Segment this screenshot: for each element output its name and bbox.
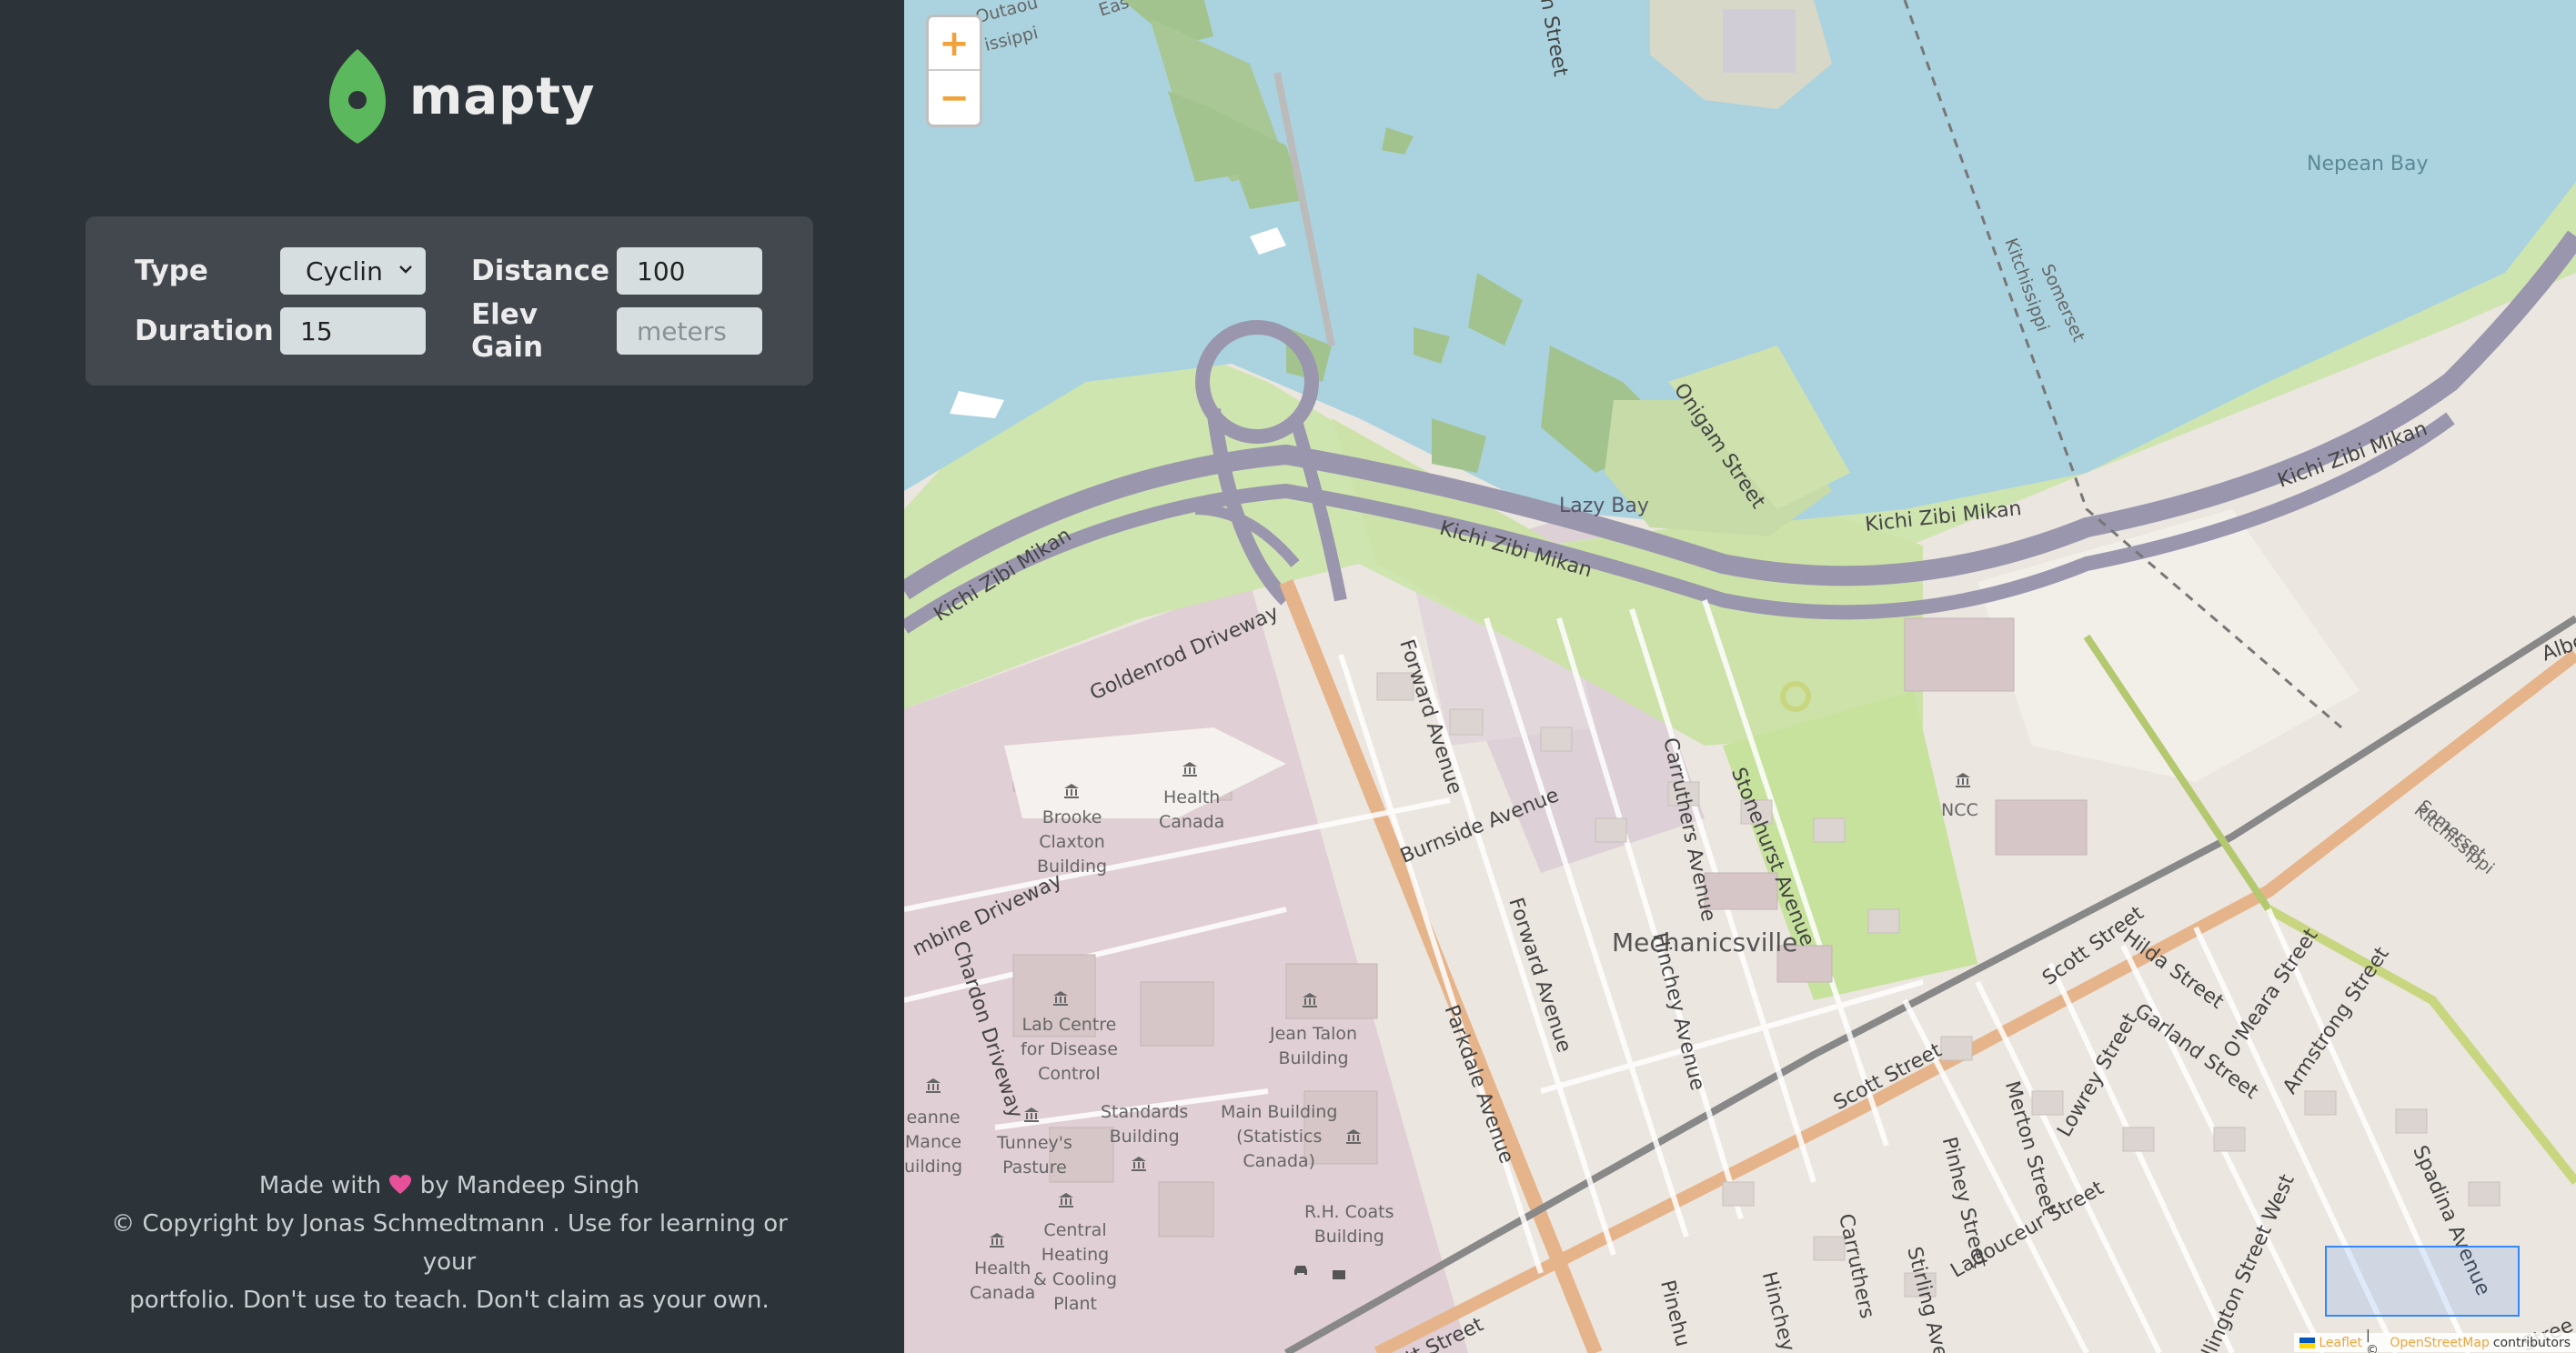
label-central-heating: Central Heating & Cooling Plant	[1033, 1220, 1118, 1314]
label-jean-talon: Jean Talon Building	[1270, 1024, 1358, 1068]
label-standards: Standards Building	[1101, 1102, 1189, 1147]
osm-link[interactable]: OpenStreetMap	[2390, 1336, 2489, 1350]
type-label: Type	[135, 255, 208, 287]
government-building-icon	[1059, 1193, 1073, 1208]
label-main-building: Main Building (Statistics Canada)	[1221, 1102, 1338, 1171]
footer-author: by Mandeep Singh	[419, 1172, 640, 1199]
map-pin-icon	[329, 49, 386, 144]
map[interactable]: Nepean Bay Lazy Bay Kichi Zibi Mikan Kic…	[904, 0, 2576, 1353]
chevron-down-icon	[399, 266, 412, 274]
government-building-icon	[1303, 993, 1317, 1007]
distance-label: Distance	[471, 255, 610, 287]
label-health-canada-1: Health Canada	[1159, 787, 1225, 832]
elev-gain-input[interactable]: meters	[617, 307, 762, 355]
government-building-icon	[1956, 773, 1970, 787]
government-building-icon	[1024, 1107, 1039, 1122]
government-building-icon	[926, 1078, 941, 1093]
zoom-control: + −	[926, 15, 982, 127]
sidebar: mapty Type Cyclin Distance 100 Duration …	[0, 0, 904, 1353]
distance-input[interactable]: 100	[617, 247, 762, 295]
government-building-icon	[1346, 1129, 1361, 1144]
duration-input[interactable]: 15	[280, 307, 426, 355]
workout-form: Type Cyclin Distance 100 Duration 15 Ele…	[86, 216, 813, 386]
footer-line-1: Made with by Mandeep Singh	[86, 1167, 813, 1205]
government-building-icon	[1053, 991, 1068, 1006]
form-row-2: Duration 15 Elev Gain meters	[135, 298, 762, 364]
form-row-1: Type Cyclin Distance 100	[135, 247, 762, 295]
car-icon	[1294, 1266, 1307, 1275]
attribution-contributors: contributors	[2492, 1335, 2571, 1350]
map-selection-box	[2325, 1246, 2520, 1317]
footer-made-with: Made with	[258, 1172, 382, 1199]
label-brooke-claxton: Brooke Claxton Building	[1037, 807, 1108, 877]
government-building-icon	[1182, 762, 1197, 777]
copyright-footer: Made with by Mandeep Singh © Copyright b…	[86, 1167, 813, 1319]
footer-line-3: portfolio. Don't use to teach. Don't cla…	[129, 1287, 770, 1314]
label-lazy-bay: Lazy Bay	[1559, 495, 1649, 517]
label-mechanicsville: Mechanicsville	[1612, 927, 1798, 957]
type-select[interactable]: Cyclin	[280, 247, 426, 295]
app-logo: mapty	[329, 47, 596, 145]
app-name: mapty	[409, 66, 596, 126]
type-select-value: Cyclin	[306, 256, 383, 286]
map-attribution: Leaflet | © OpenStreetMap contributors	[2294, 1328, 2576, 1353]
label-lab-centre: Lab Centre for Disease Control	[1021, 1015, 1118, 1084]
government-building-icon	[1064, 784, 1079, 798]
government-building-icon	[990, 1233, 1004, 1248]
label-health-canada-2: Health Canada	[970, 1258, 1036, 1303]
elev-gain-label: Elev Gain	[471, 298, 544, 364]
heart-icon	[389, 1175, 412, 1194]
ukraine-flag-icon	[2299, 1337, 2316, 1348]
label-jeanne-mance: eanne Mance uilding	[904, 1107, 963, 1177]
footer-line-2: © Copyright by Jonas Schmedtmann . Use f…	[111, 1210, 788, 1276]
leaflet-link[interactable]: Leaflet	[2319, 1336, 2362, 1350]
label-nepean-bay: Nepean Bay	[2307, 153, 2429, 175]
label-rh-coats: R.H. Coats Building	[1304, 1202, 1394, 1247]
government-building-icon	[1132, 1157, 1146, 1171]
label-ncc: NCC	[1941, 800, 1978, 820]
attribution-separator: | ©	[2366, 1328, 2380, 1353]
parking-icon	[1333, 1270, 1345, 1279]
zoom-in-button[interactable]: +	[929, 17, 980, 71]
zoom-out-button[interactable]: −	[929, 71, 980, 125]
label-tunneys: Tunney's Pasture	[997, 1133, 1072, 1178]
duration-label: Duration	[135, 315, 274, 347]
